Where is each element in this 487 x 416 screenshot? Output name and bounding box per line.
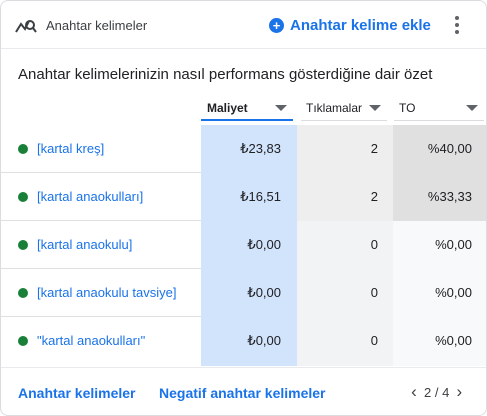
page-indicator: 2 / 4 xyxy=(424,384,450,400)
cost-cell: ₺0,00 xyxy=(247,333,281,348)
cost-cell: ₺0,00 xyxy=(247,237,281,252)
keywords-card: Anahtar kelimeler + Anahtar kelime ekle … xyxy=(0,0,487,416)
table-row: [kartal kreş] ₺23,83 2 %40,00 xyxy=(1,125,486,173)
to-cell: %33,33 xyxy=(427,189,472,204)
dropdown-arrow-icon xyxy=(369,105,381,111)
to-cell: %0,00 xyxy=(435,285,472,300)
status-enabled-icon xyxy=(18,240,28,250)
cost-cell: ₺16,51 xyxy=(240,189,281,204)
status-enabled-icon xyxy=(18,288,28,298)
clicks-cell: 0 xyxy=(370,237,378,252)
add-keyword-label: Anahtar kelime ekle xyxy=(290,16,431,34)
card-header: Anahtar kelimeler + Anahtar kelime ekle xyxy=(1,1,486,49)
keyword-search-icon xyxy=(15,20,37,33)
cost-cell: ₺0,00 xyxy=(247,285,281,300)
column-label-clicks: Tıklamalar xyxy=(306,101,363,115)
keyword-link[interactable]: [kartal anaokulları] xyxy=(37,189,143,204)
add-keyword-button[interactable]: + Anahtar kelime ekle xyxy=(269,13,431,37)
clicks-cell: 2 xyxy=(370,141,378,156)
dropdown-arrow-icon xyxy=(466,105,478,111)
table-row: [kartal anaokulları] ₺16,51 2 %33,33 xyxy=(1,173,486,221)
clicks-cell: 0 xyxy=(370,285,378,300)
keyword-link[interactable]: "kartal anaokulları" xyxy=(37,333,145,348)
clicks-cell: 0 xyxy=(370,333,378,348)
column-header-cost[interactable]: Maliyet xyxy=(201,97,293,121)
column-label-to: TO xyxy=(399,101,416,115)
summary-subtitle: Anahtar kelimelerinizin nasıl performans… xyxy=(18,66,433,83)
to-cell: %40,00 xyxy=(427,141,472,156)
table-row: [kartal anaokulu tavsiye] ₺0,00 0 %0,00 xyxy=(1,269,486,317)
table-row: [kartal anaokulu] ₺0,00 0 %0,00 xyxy=(1,221,486,269)
more-vert-icon[interactable] xyxy=(450,14,464,36)
negative-keywords-link[interactable]: Negatif anahtar kelimeler xyxy=(159,385,326,401)
column-header-to[interactable]: TO xyxy=(394,97,484,121)
keyword-link[interactable]: [kartal anaokulu] xyxy=(37,237,132,252)
column-label-cost: Maliyet xyxy=(207,101,248,115)
add-circle-icon: + xyxy=(269,17,284,33)
keywords-link[interactable]: Anahtar kelimeler xyxy=(18,385,136,401)
column-header-clicks[interactable]: Tıklamalar xyxy=(301,97,387,121)
status-enabled-icon xyxy=(18,192,28,202)
status-enabled-icon xyxy=(18,336,28,346)
to-cell: %0,00 xyxy=(435,237,472,252)
clicks-cell: 2 xyxy=(370,189,378,204)
table-row: "kartal anaokulları" ₺0,00 0 %0,00 xyxy=(1,317,486,365)
chevron-left-icon[interactable]: ‹ xyxy=(407,382,421,401)
dropdown-arrow-icon xyxy=(275,105,287,111)
keyword-link[interactable]: [kartal kreş] xyxy=(37,141,104,156)
chevron-right-icon[interactable]: › xyxy=(452,382,466,401)
card-title: Anahtar kelimeler xyxy=(46,18,148,33)
keyword-link[interactable]: [kartal anaokulu tavsiye] xyxy=(37,285,176,300)
cost-cell: ₺23,83 xyxy=(240,141,281,156)
card-footer: Anahtar kelimeler Negatif anahtar kelime… xyxy=(1,367,486,415)
status-enabled-icon xyxy=(18,144,28,154)
pagination: ‹ 2 / 4 › xyxy=(407,382,466,401)
to-cell: %0,00 xyxy=(435,333,472,348)
